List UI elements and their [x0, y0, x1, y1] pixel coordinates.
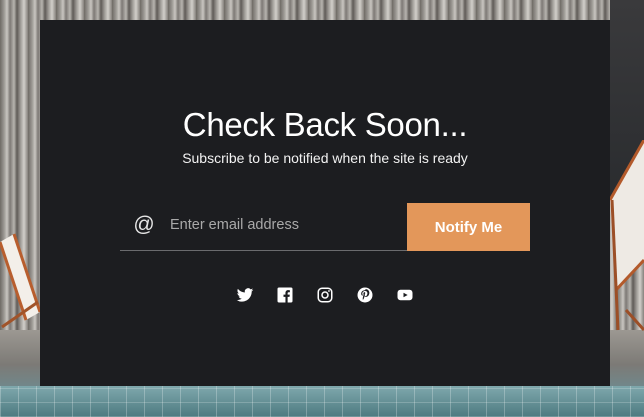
notify-me-button[interactable]: Notify Me — [407, 203, 530, 251]
facebook-icon[interactable] — [276, 286, 294, 304]
subscribe-form: @ Notify Me — [120, 203, 530, 251]
at-sign-icon: @ — [133, 213, 155, 236]
background-pool — [0, 386, 644, 417]
input-underline — [120, 250, 407, 251]
coming-soon-card: Check Back Soon... Subscribe to be notif… — [40, 20, 610, 386]
lounge-chair-right — [608, 140, 644, 332]
youtube-icon[interactable] — [396, 286, 414, 304]
instagram-icon[interactable] — [316, 286, 334, 304]
social-links — [40, 286, 610, 306]
email-input[interactable] — [170, 207, 400, 243]
page-subtitle: Subscribe to be notified when the site i… — [182, 150, 468, 166]
lounge-chair-left — [0, 233, 40, 329]
page-title: Check Back Soon... — [182, 106, 468, 143]
twitter-icon[interactable] — [236, 286, 254, 304]
pinterest-icon[interactable] — [356, 286, 374, 304]
